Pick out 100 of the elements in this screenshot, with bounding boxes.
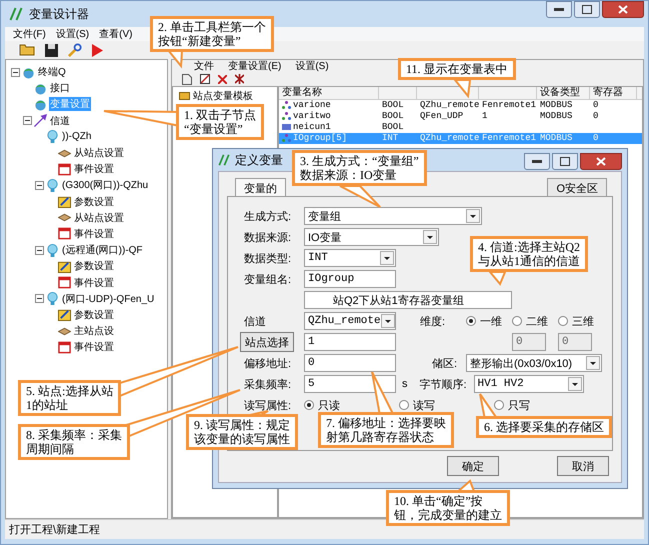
menu-item[interactable]: 设置(S) (295, 59, 329, 73)
radio-icon[interactable] (512, 316, 522, 326)
dialog-button[interactable]: 确定 (447, 456, 499, 476)
tree-item[interactable]: 从站点设置 (73, 146, 125, 160)
collapse-icon[interactable] (35, 246, 44, 255)
dropdown[interactable]: QZhu_remote (304, 312, 396, 330)
dropdown[interactable]: INT (304, 249, 396, 267)
tree-item[interactable]: 站点变量模板 (193, 89, 253, 103)
close-button[interactable] (580, 152, 622, 170)
table-cell: QZhu_remote (420, 100, 480, 110)
tree-item[interactable]: (网口-UDP)-QFen_U (61, 292, 156, 306)
tab[interactable]: O安全区 (547, 178, 607, 196)
tree-item[interactable]: 事件设置 (73, 226, 115, 241)
status-text: 打开工程\新建工程 (9, 522, 100, 537)
input-field[interactable]: IOgroup (304, 270, 396, 288)
tree-item[interactable]: 参数设置 (73, 194, 115, 209)
radio-label[interactable]: 读写 (413, 398, 435, 412)
caret-icon[interactable] (380, 314, 395, 328)
caret-icon[interactable] (423, 230, 437, 244)
station-select-button[interactable]: 站点选择 (240, 332, 294, 352)
input-field[interactable]: 站Q2下从站1寄存器变量组 (304, 291, 512, 309)
dialog-button[interactable]: 取消 (557, 456, 609, 476)
minimize-button[interactable] (524, 152, 550, 170)
bulb-icon (46, 292, 59, 306)
tree-item[interactable]: 事件设置 (73, 276, 115, 290)
menu-item[interactable]: 变量设置(E) (228, 59, 282, 73)
input-field[interactable]: 5 (304, 375, 396, 393)
menu-item[interactable]: 文件 (194, 59, 214, 73)
close-button[interactable] (602, 1, 644, 18)
document-pencil-icon (58, 260, 71, 273)
table-cell: neicun1 (293, 122, 331, 132)
dropdown[interactable]: 整形输出(0x03/0x10) (466, 354, 602, 372)
play-icon[interactable] (92, 44, 103, 56)
tree-item[interactable]: (G300(网口))-QZhu (61, 178, 150, 192)
collapse-icon[interactable] (35, 294, 44, 304)
radio-icon[interactable] (399, 400, 409, 410)
radio-label[interactable]: 一维 (480, 314, 502, 328)
tab[interactable]: 变量的 (235, 178, 286, 196)
collapse-icon[interactable] (11, 68, 20, 77)
table-row[interactable]: varione BOOL QZhu_remote Fenremote1 MODBUS 0 (279, 100, 642, 111)
close-icon (596, 156, 606, 166)
tree-item[interactable]: 事件设置 (73, 162, 115, 176)
column-header[interactable]: 寄存器 (593, 87, 623, 98)
memory-icon (282, 122, 291, 131)
field-label: 数据来源: (244, 230, 292, 244)
caret-icon[interactable] (380, 251, 394, 265)
tree-item[interactable]: 接口 (49, 81, 71, 96)
table-cell: varione (293, 100, 331, 110)
tree-item[interactable]: (远程通(网口))-QF (61, 243, 144, 258)
radio-label[interactable]: 只写 (508, 398, 530, 412)
bulb-icon (46, 244, 59, 257)
tree-item[interactable]: 参数设置 (73, 308, 115, 322)
tree-item[interactable]: 信道 (49, 114, 71, 128)
input-field[interactable]: 0 (304, 354, 396, 372)
column-header[interactable]: 变量名称 (282, 87, 322, 98)
document-pencil-icon (58, 308, 71, 322)
calendar-icon (58, 227, 71, 240)
caret-icon[interactable] (568, 377, 582, 391)
collapse-icon[interactable] (35, 180, 44, 190)
tree-item[interactable]: 终端Q (37, 65, 67, 80)
menu-item[interactable]: 查看(V) (99, 27, 132, 41)
radio-icon[interactable] (466, 316, 476, 326)
menu-item[interactable]: 文件(F) (13, 27, 46, 41)
radio-icon[interactable] (558, 316, 568, 326)
delete-icon[interactable] (218, 74, 227, 84)
maximize-button[interactable] (552, 152, 578, 170)
collapse-icon[interactable] (23, 116, 32, 126)
delete-icon[interactable] (235, 74, 244, 84)
radio-label[interactable]: 只读 (318, 398, 340, 412)
folder-icon[interactable] (19, 44, 35, 56)
minimize-button[interactable] (546, 1, 572, 18)
radio-label[interactable]: 三维 (572, 314, 594, 328)
radio-icon[interactable] (304, 400, 314, 410)
tree-item[interactable]: 参数设置 (73, 259, 115, 274)
table-cell: 1 (482, 111, 488, 121)
table-cell: QZhu_remote (420, 133, 480, 143)
tree-item[interactable]: 从站点设置 (73, 210, 125, 225)
menu-item[interactable]: 设置(S) (56, 27, 90, 41)
caret-icon[interactable] (586, 356, 600, 370)
radio-label[interactable]: 二维 (526, 314, 548, 328)
tree-item[interactable]: 事件设置 (73, 340, 115, 354)
dropdown[interactable]: IO变量 (304, 228, 439, 246)
input-field[interactable]: 1 (304, 333, 396, 351)
field-label: 维度: (420, 314, 446, 328)
globe-icon (22, 66, 35, 79)
table-row[interactable]: varitwo BOOL QFen_UDP 1 MODBUS 0 (279, 111, 642, 122)
table-cell: Fenremote1 (482, 133, 536, 143)
new-document-icon[interactable] (182, 74, 192, 84)
caret-icon[interactable] (466, 209, 480, 223)
field-label: 变量组名: (244, 272, 292, 286)
document-pencil-icon[interactable] (200, 74, 210, 84)
globe-icon (34, 98, 47, 111)
radio-icon[interactable] (494, 400, 504, 410)
tree-item[interactable]: ))-QZh (61, 131, 92, 142)
key-icon[interactable] (68, 43, 82, 57)
table-row[interactable]: neicun1 BOOL (279, 122, 642, 133)
maximize-icon (560, 156, 570, 166)
maximize-button[interactable] (574, 1, 600, 18)
column-header[interactable]: 设备类型 (540, 87, 580, 98)
tree-item[interactable]: 主站点设 (73, 324, 115, 338)
